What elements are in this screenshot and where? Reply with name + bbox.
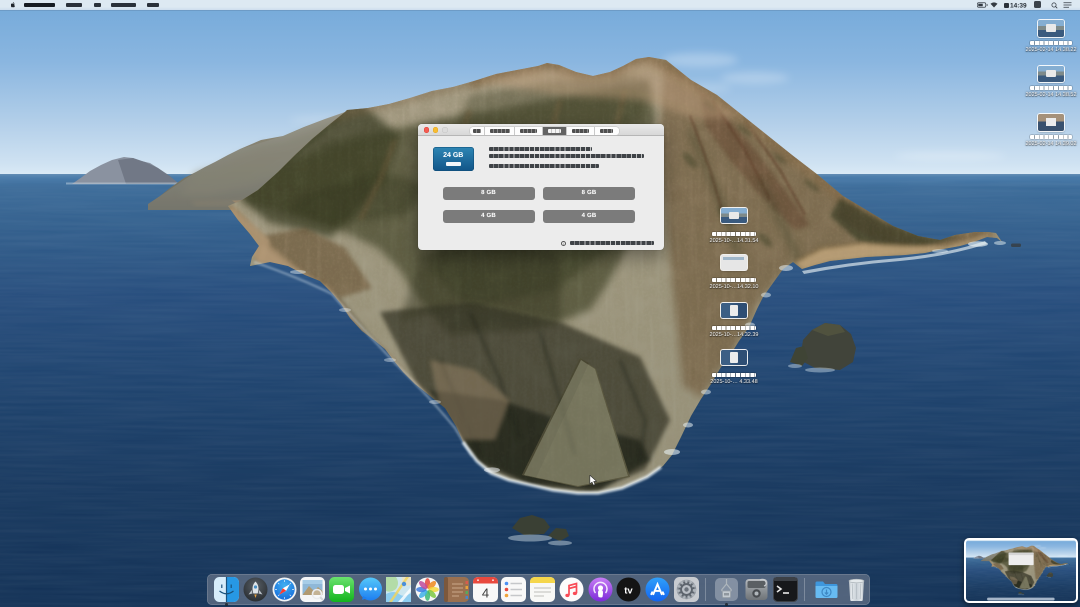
svg-text:4: 4 bbox=[481, 585, 488, 600]
svg-text:14:39: 14:39 bbox=[1010, 3, 1027, 10]
svg-text:tv: tv bbox=[624, 585, 633, 596]
